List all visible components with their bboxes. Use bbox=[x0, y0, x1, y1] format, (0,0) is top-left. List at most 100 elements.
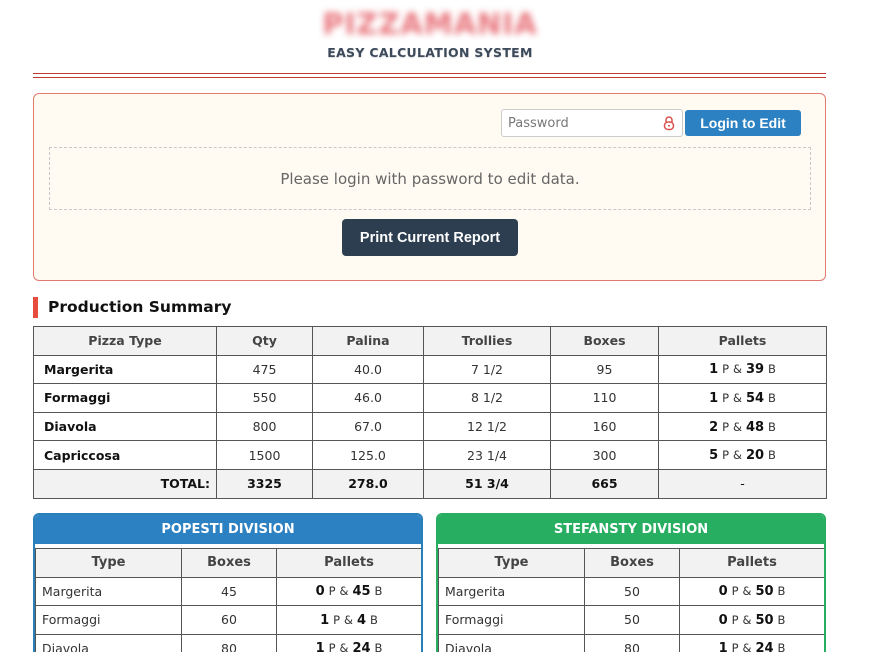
col-header-pizza-type: Pizza Type bbox=[33, 326, 217, 356]
pallet-count: 0 bbox=[718, 612, 728, 628]
pallet-unit: P bbox=[333, 612, 341, 627]
pallet-count: 1 bbox=[315, 641, 325, 652]
table-row: Diavola 800 67.0 12 1/2 160 2 P & 48 B bbox=[33, 411, 827, 442]
box-unit: B bbox=[768, 390, 776, 405]
pallet-unit: P bbox=[328, 641, 336, 652]
type-cell: Margerita bbox=[438, 576, 585, 606]
boxes-cell: 50 bbox=[584, 605, 680, 635]
login-panel: Login to Edit Please login with password… bbox=[33, 93, 826, 281]
brand-subtitle: EASY CALCULATION SYSTEM bbox=[327, 45, 533, 60]
box-count: 50 bbox=[755, 584, 774, 600]
table-row: Margerita 50 0 P & 50 B bbox=[438, 576, 824, 606]
box-unit: B bbox=[768, 362, 776, 377]
table-row: Margerita 475 40.0 7 1/2 95 1 P & 39 B bbox=[33, 354, 827, 385]
total-trollies: 51 3/4 bbox=[423, 468, 551, 499]
pallet-unit: P bbox=[722, 362, 730, 377]
trollies-cell: 12 1/2 bbox=[423, 411, 551, 442]
palina-cell: 125.0 bbox=[312, 440, 424, 470]
pallets-cell: 0 P & 45 B bbox=[276, 576, 421, 606]
col-header-trollies: Trollies bbox=[423, 326, 551, 356]
pallet-count: 0 bbox=[315, 584, 325, 600]
pallets-cell: 0 P & 50 B bbox=[679, 576, 824, 606]
table-row: Margerita 45 0 P & 45 B bbox=[35, 576, 421, 606]
pallet-count: 1 bbox=[718, 641, 728, 652]
production-summary-table: Pizza Type Qty Palina Trollies Boxes Pal… bbox=[33, 326, 827, 499]
trollies-cell: 8 1/2 bbox=[423, 383, 551, 413]
pallets-cell: 1 P & 24 B bbox=[276, 633, 421, 652]
col-header-qty: Qty bbox=[216, 326, 313, 356]
qty-cell: 550 bbox=[216, 383, 313, 413]
header-divider-top bbox=[33, 73, 826, 74]
pallet-count: 5 bbox=[709, 448, 719, 464]
trollies-cell: 23 1/4 bbox=[423, 440, 551, 470]
pallet-count: 2 bbox=[709, 419, 719, 435]
login-notice: Please login with password to edit data. bbox=[49, 147, 811, 210]
pallets-cell: 1 P & 54 B bbox=[658, 383, 827, 413]
pallet-count: 1 bbox=[709, 362, 719, 378]
amp-separator: & bbox=[733, 362, 742, 377]
division-title: STEFANSTY DIVISION bbox=[438, 515, 824, 544]
amp-separator: & bbox=[733, 448, 742, 463]
stefansty-division-panel: STEFANSTY DIVISION Type Boxes Pallets Ma… bbox=[436, 513, 826, 652]
password-input[interactable] bbox=[502, 110, 652, 136]
amp-separator: & bbox=[742, 641, 752, 652]
pizza-type-cell: Margerita bbox=[33, 354, 217, 385]
boxes-cell: 80 bbox=[181, 633, 277, 652]
amp-separator: & bbox=[344, 612, 353, 627]
header-divider-bottom bbox=[33, 77, 826, 78]
total-label: TOTAL: bbox=[33, 468, 217, 499]
production-summary-heading: Production Summary bbox=[33, 297, 231, 318]
print-report-button[interactable]: Print Current Report bbox=[342, 219, 518, 256]
division-title: POPESTI DIVISION bbox=[35, 515, 421, 544]
amp-separator: & bbox=[742, 584, 752, 599]
division-header-row: Type Boxes Pallets bbox=[438, 548, 824, 578]
password-field[interactable] bbox=[501, 109, 683, 137]
table-row: Formaggi 60 1 P & 4 B bbox=[35, 605, 421, 635]
type-cell: Formaggi bbox=[35, 605, 182, 635]
table-row: Formaggi 550 46.0 8 1/2 110 1 P & 54 B bbox=[33, 383, 827, 413]
total-boxes: 665 bbox=[550, 468, 659, 499]
box-unit: B bbox=[768, 448, 776, 463]
box-count: 4 bbox=[356, 612, 367, 628]
box-count: 24 bbox=[352, 641, 371, 652]
type-cell: Diavola bbox=[35, 633, 182, 652]
login-button[interactable]: Login to Edit bbox=[685, 110, 801, 136]
boxes-cell: 80 bbox=[584, 633, 680, 652]
amp-separator: & bbox=[733, 390, 742, 405]
pallets-cell: 1 P & 24 B bbox=[679, 633, 824, 652]
box-unit: B bbox=[777, 584, 786, 599]
pallet-unit: P bbox=[731, 584, 739, 599]
trollies-cell: 7 1/2 bbox=[423, 354, 551, 385]
pizza-type-cell: Diavola bbox=[33, 411, 217, 442]
box-unit: B bbox=[370, 612, 378, 627]
pallet-unit: P bbox=[731, 612, 739, 627]
box-unit: B bbox=[374, 584, 383, 599]
box-unit: B bbox=[768, 419, 776, 434]
pallets-cell: 1 P & 39 B bbox=[658, 354, 827, 385]
pallet-unit: P bbox=[731, 641, 739, 652]
pallet-count: 0 bbox=[718, 584, 728, 600]
pallet-unit: P bbox=[722, 390, 730, 405]
col-header-pallets: Pallets bbox=[276, 548, 421, 578]
box-unit: B bbox=[777, 612, 786, 627]
pallet-unit: P bbox=[722, 448, 730, 463]
box-count: 39 bbox=[745, 362, 765, 378]
summary-header-row: Pizza Type Qty Palina Trollies Boxes Pal… bbox=[33, 326, 827, 356]
table-row: Diavola 80 1 P & 24 B bbox=[35, 633, 421, 652]
amp-separator: & bbox=[742, 612, 752, 627]
pallets-cell: 0 P & 50 B bbox=[679, 605, 824, 635]
pallets-cell: 1 P & 4 B bbox=[276, 605, 421, 635]
table-row: Formaggi 50 0 P & 50 B bbox=[438, 605, 824, 635]
pallet-unit: P bbox=[328, 584, 336, 599]
division-table: Type Boxes Pallets Margerita 45 0 P & 45… bbox=[35, 548, 421, 652]
palina-cell: 46.0 bbox=[312, 383, 424, 413]
box-unit: B bbox=[777, 641, 786, 652]
boxes-cell: 60 bbox=[181, 605, 277, 635]
total-row: TOTAL: 3325 278.0 51 3/4 665 - bbox=[33, 468, 827, 499]
col-header-pallets: Pallets bbox=[679, 548, 824, 578]
pallets-cell: 5 P & 20 B bbox=[658, 440, 827, 470]
col-header-type: Type bbox=[35, 548, 182, 578]
type-cell: Diavola bbox=[438, 633, 585, 652]
box-count: 54 bbox=[745, 390, 765, 406]
boxes-cell: 110 bbox=[550, 383, 659, 413]
